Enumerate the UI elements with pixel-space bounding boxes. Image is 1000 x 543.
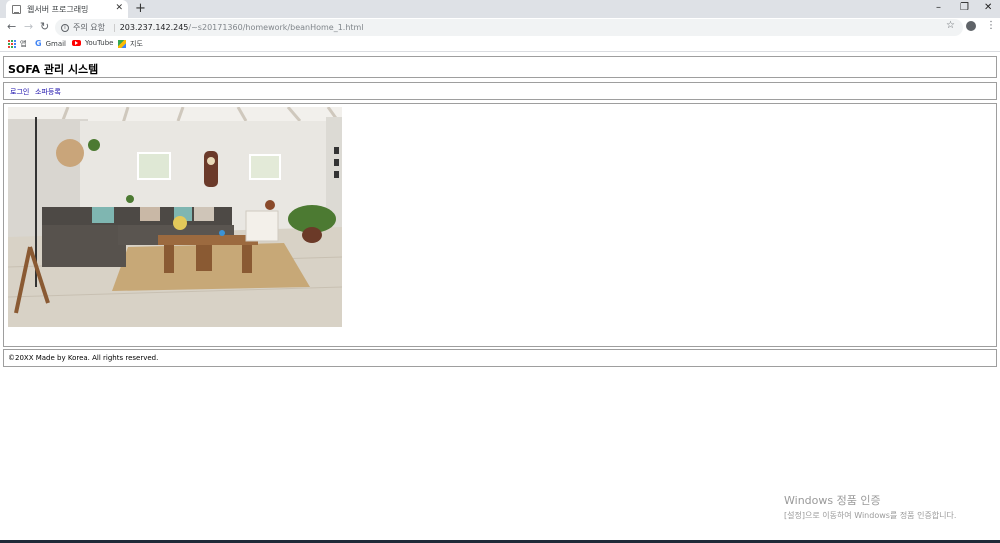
youtube-icon (72, 40, 81, 46)
copyright-text: ©20XX Made by Korea. All rights reserved… (8, 354, 159, 362)
main-content (3, 103, 997, 347)
windows-activation-watermark: Windows 정품 인증 [설정]으로 이동하여 Windows를 정품 인증… (784, 492, 956, 521)
bookmark-maps[interactable]: 지도 (118, 39, 143, 49)
activation-text: [설정]으로 이동하여 Windows를 정품 인증합니다. (784, 511, 957, 520)
menu-icon[interactable]: ⋮ (986, 20, 996, 31)
google-icon: G (35, 39, 42, 48)
login-link[interactable]: 로그인 (10, 87, 29, 97)
bookmark-label: 앱 (20, 40, 27, 48)
maps-icon (118, 40, 126, 48)
address-path: /~s20171360/homework/beanHome_1.html (188, 23, 364, 32)
info-icon[interactable]: i (61, 23, 69, 32)
tab-close-icon[interactable]: ✕ (115, 3, 123, 13)
reload-icon[interactable]: ↻ (40, 20, 49, 33)
address-host: 203.237.142.245 (119, 23, 189, 32)
tab-title: 웹서버 프로그래밍 (27, 4, 89, 14)
page-title: SOFA 관리 시스템 (8, 63, 99, 76)
sofa-register-link[interactable]: 소파등록 (35, 87, 61, 97)
bookmark-label: 지도 (130, 40, 143, 48)
tab-strip: 웹서버 프로그래밍 ✕ + – ❐ ✕ (0, 0, 1000, 18)
minimize-icon[interactable]: – (936, 2, 941, 13)
browser-tab[interactable]: 웹서버 프로그래밍 ✕ (6, 0, 128, 18)
living-room-photo (8, 107, 342, 327)
bookmark-youtube[interactable]: YouTube (72, 39, 113, 47)
activation-title: Windows 정품 인증 (784, 494, 881, 507)
nav-menu: 로그인 소파등록 (3, 82, 997, 100)
profile-icon[interactable] (966, 21, 976, 31)
bookmark-label: Gmail (45, 39, 67, 48)
address-separator: | (112, 23, 116, 32)
bookmark-label: YouTube (85, 39, 114, 47)
forward-icon[interactable]: → (24, 20, 33, 33)
apps-icon (8, 40, 16, 48)
web-page: SOFA 관리 시스템 로그인 소파등록 ©20XX Made by Korea… (0, 53, 1000, 543)
bookmarks-bar: 앱 G Gmail YouTube 지도 (0, 37, 1000, 52)
address-bar[interactable]: i 주의 요함 | 203.237.142.245 /~s20171360/ho… (55, 19, 963, 36)
page-favicon-icon (12, 4, 21, 14)
bookmark-star-icon[interactable]: ☆ (946, 20, 955, 31)
restore-icon[interactable]: ❐ (960, 2, 969, 13)
security-warning: 주의 요함 (73, 23, 105, 32)
bookmark-gmail[interactable]: G Gmail (35, 39, 66, 48)
page-footer: ©20XX Made by Korea. All rights reserved… (3, 349, 997, 367)
back-icon[interactable]: ← (7, 20, 16, 33)
page-header: SOFA 관리 시스템 (3, 56, 997, 78)
window-close-icon[interactable]: ✕ (984, 2, 992, 13)
new-tab-icon[interactable]: + (135, 1, 146, 17)
bookmark-apps[interactable]: 앱 (8, 39, 26, 49)
